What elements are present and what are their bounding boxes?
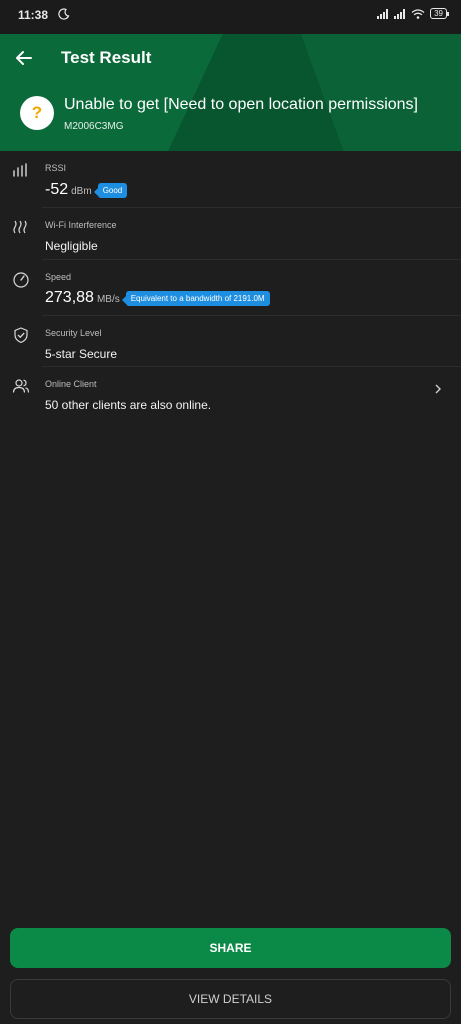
rssi-badge: Good bbox=[93, 183, 128, 199]
signal-icon bbox=[377, 8, 389, 19]
question-icon: ? bbox=[20, 96, 54, 130]
online-client-row[interactable]: Online Client 50 other clients are also … bbox=[12, 367, 461, 419]
page-title: Test Result bbox=[61, 48, 152, 67]
result-list: RSSI -52 dBm Good Wi-Fi Interference Negli… bbox=[0, 151, 461, 419]
interference-value: Negligible bbox=[45, 239, 98, 253]
rssi-value: -52 bbox=[45, 181, 69, 198]
speed-label: Speed bbox=[45, 272, 72, 282]
signal-icon bbox=[394, 8, 406, 19]
online-client-value: 50 other clients are also online. bbox=[45, 398, 212, 412]
security-value: 5-star Secure bbox=[45, 347, 118, 361]
rssi-unit: dBm bbox=[71, 186, 92, 197]
chevron-right-icon[interactable] bbox=[433, 383, 443, 395]
back-arrow-icon[interactable] bbox=[12, 46, 36, 70]
rssi-label: RSSI bbox=[45, 163, 67, 173]
security-row: Security Level 5-star Secure bbox=[14, 316, 461, 367]
view-details-button[interactable]: VIEW DETAILS bbox=[10, 979, 451, 1019]
shield-check-icon bbox=[14, 327, 28, 344]
interference-label: Wi-Fi Interference bbox=[45, 220, 117, 230]
speed-row: Speed 273,88 MB/s Equivalent to a bandwidt… bbox=[13, 260, 461, 316]
moon-icon bbox=[58, 8, 70, 20]
header: Test Result ? Unable to get [Need to ope… bbox=[0, 34, 461, 151]
interference-row: Wi-Fi Interference Negligible bbox=[13, 208, 461, 260]
heat-waves-icon bbox=[13, 220, 27, 234]
speed-value-group: 273,88 MB/s Equivalent to a bandwidth of 2… bbox=[45, 289, 270, 307]
rssi-row: RSSI -52 dBm Good bbox=[13, 151, 461, 208]
wifi-icon bbox=[411, 8, 425, 19]
speedometer-icon bbox=[13, 272, 29, 288]
security-label: Security Level bbox=[45, 328, 102, 338]
status-icons: 39 bbox=[377, 8, 449, 19]
network-name: Unable to get [Need to open location per… bbox=[64, 96, 418, 113]
signal-bars-icon bbox=[13, 163, 27, 177]
online-client-label: Online Client bbox=[45, 379, 97, 389]
status-bar: 11:38 39 bbox=[0, 0, 461, 34]
bandwidth-badge: Equivalent to a bandwidth of 2191.0M bbox=[121, 291, 270, 307]
share-button[interactable]: SHARE bbox=[10, 928, 451, 968]
rssi-value-group: -52 dBm Good bbox=[45, 181, 128, 199]
speed-value: 273,88 bbox=[45, 289, 94, 306]
status-time: 11:38 bbox=[18, 8, 49, 22]
device-model: M2006C3MG bbox=[64, 121, 124, 132]
battery-icon: 39 bbox=[430, 8, 449, 19]
speed-unit: MB/s bbox=[96, 294, 120, 305]
users-icon bbox=[12, 379, 30, 393]
